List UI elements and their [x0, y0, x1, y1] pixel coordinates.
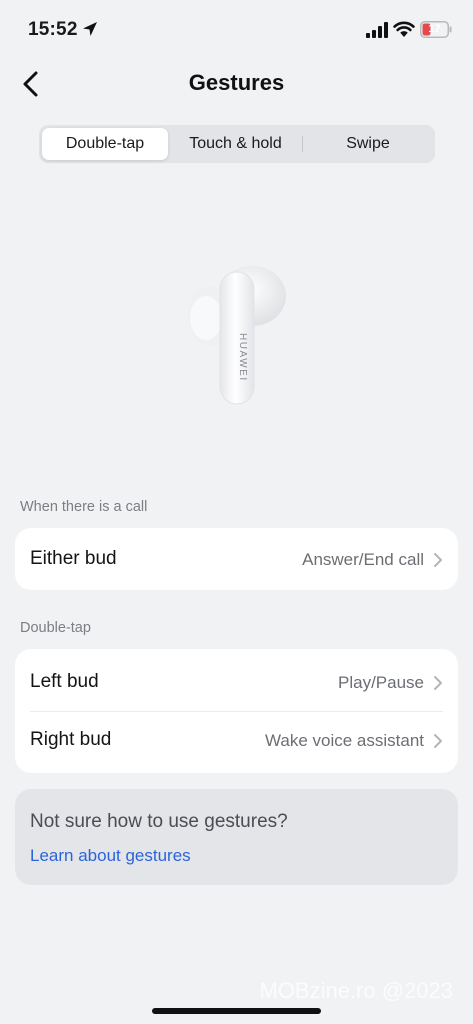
help-title: Not sure how to use gestures?	[30, 811, 288, 832]
tab-double-tap[interactable]: Double-tap	[42, 128, 168, 160]
location-arrow-icon	[83, 22, 97, 36]
status-time: 15:52	[28, 19, 78, 40]
double-tap-section-label: Double-tap	[20, 620, 91, 636]
right-bud-row[interactable]: Right bud Wake voice assistant	[15, 711, 458, 769]
row-value: Play/Pause	[338, 673, 424, 692]
call-section-label: When there is a call	[20, 499, 148, 515]
row-value: Answer/End call	[302, 550, 424, 569]
row-label: Either bud	[30, 548, 117, 569]
gesture-help-card: Not sure how to use gestures? Learn abou…	[15, 789, 458, 885]
double-tap-settings-card: Left bud Play/Pause Right bud Wake voice…	[15, 649, 458, 773]
gesture-type-segmented-control: Double-tap Touch & hold Swipe	[39, 125, 435, 163]
earbud-brand-text: HUAWEI	[237, 333, 248, 382]
call-settings-card: Either bud Answer/End call	[15, 528, 458, 590]
segment-divider	[302, 136, 303, 152]
cellular-signal-icon	[366, 22, 388, 38]
chevron-right-icon	[434, 734, 442, 748]
row-label: Left bud	[30, 671, 99, 692]
earbud-image: HUAWEI	[188, 266, 286, 405]
watermark: MOBzine.ro @2023	[259, 978, 453, 1003]
wifi-icon	[393, 21, 415, 37]
chevron-right-icon	[434, 676, 442, 690]
page-title: Gestures	[188, 70, 285, 95]
chevron-right-icon	[434, 553, 442, 567]
tab-touch-and-hold[interactable]: Touch & hold	[170, 128, 301, 160]
learn-about-gestures-link[interactable]: Learn about gestures	[30, 846, 191, 866]
row-value: Wake voice assistant	[264, 731, 424, 750]
tab-swipe[interactable]: Swipe	[304, 128, 432, 160]
home-indicator[interactable]	[152, 1008, 321, 1014]
battery-level: 17	[428, 23, 441, 35]
either-bud-row[interactable]: Either bud Answer/End call	[15, 530, 458, 588]
row-label: Right bud	[30, 729, 112, 750]
left-bud-row[interactable]: Left bud Play/Pause	[15, 653, 458, 711]
status-bar: 15:52 17	[0, 0, 473, 60]
